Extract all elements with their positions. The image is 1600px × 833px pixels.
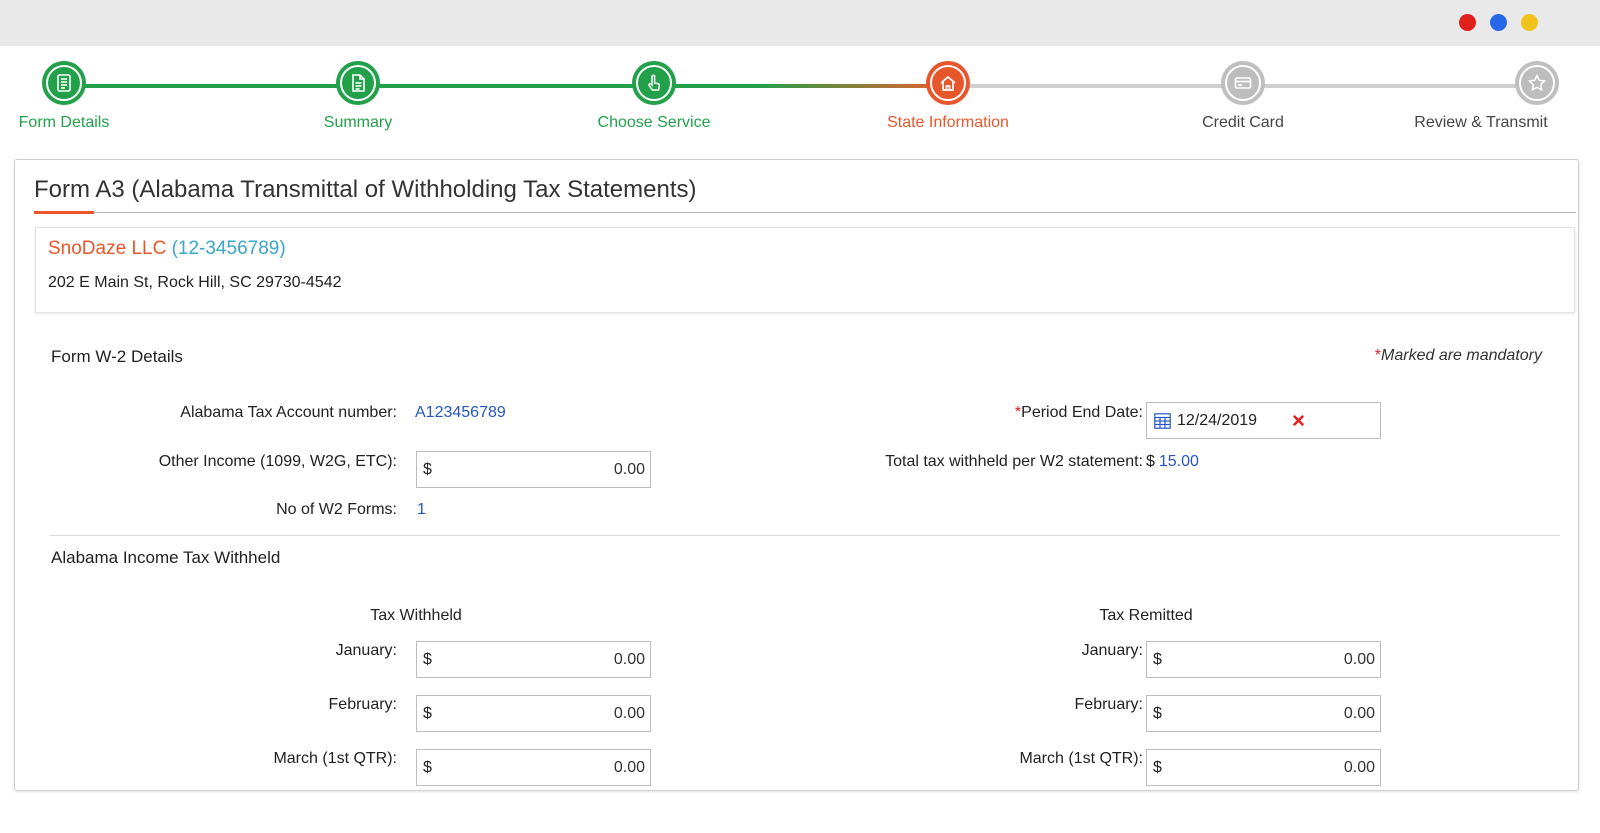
company-info-box: SnoDaze LLC (12-3456789) 202 E Main St, … [35,227,1575,313]
step-label: Choose Service [597,114,711,131]
tax-withheld-march-field[interactable]: $ [416,749,651,786]
tax-remitted-january-input[interactable] [1169,642,1375,677]
currency-symbol: $ [1153,651,1162,668]
section-title-income-tax: Alabama Income Tax Withheld [51,548,281,567]
month-label-march: March (1st QTR): [1019,750,1143,767]
document-icon [57,74,71,92]
tax-withheld-february-input[interactable] [439,696,645,731]
column-header-tax-withheld: Tax Withheld [370,607,462,624]
column-header-tax-remitted: Tax Remitted [1099,607,1193,624]
tax-remitted-february-input[interactable] [1169,696,1375,731]
total-tax-amount: 15.00 [1158,453,1199,470]
period-end-label-text: Period End Date: [1021,404,1143,421]
clear-date-button[interactable] [1288,410,1308,430]
title-divider [34,212,1576,213]
tax-withheld-january-input[interactable] [439,642,645,677]
section-divider [50,535,1560,536]
star-icon [1527,73,1547,92]
tax-remitted-february-field[interactable]: $ [1146,695,1381,732]
page-title: Form A3 (Alabama Transmittal of Withhold… [34,176,697,203]
other-income-label: Other Income (1099, W2G, ETC): [158,453,397,470]
progress-stepper: Form Details Summary Choose Service Stat… [0,46,1600,156]
tax-remitted-january-field[interactable]: $ [1146,641,1381,678]
account-number-label: Alabama Tax Account number: [180,404,397,421]
tax-withheld-march-input[interactable] [439,750,645,785]
currency-symbol: $ [423,705,432,722]
file-list-icon [352,74,365,92]
account-number-value: A123456789 [415,404,506,421]
close-icon [1292,414,1304,426]
form-card: Form A3 (Alabama Transmittal of Withhold… [14,159,1579,791]
window-maximize-button[interactable] [1521,14,1538,31]
period-end-date-input[interactable] [1177,403,1287,438]
currency-symbol: $ [1153,705,1162,722]
tax-remitted-march-field[interactable]: $ [1146,749,1381,786]
window-close-button[interactable] [1459,14,1476,31]
company-ein: (12-3456789) [171,238,286,259]
step-label: Form Details [18,114,110,131]
currency-symbol: $ [1146,453,1155,470]
other-income-input[interactable] [439,452,645,487]
tax-remitted-march-input[interactable] [1169,750,1375,785]
home-icon [940,75,956,91]
w2-count-value: 1 [417,501,426,518]
month-label-february: February: [328,696,397,713]
currency-symbol: $ [1153,759,1162,776]
month-label-february: February: [1074,696,1143,713]
title-accent-bar [34,211,94,214]
company-name: SnoDaze LLC [48,238,167,259]
period-end-date-field[interactable] [1146,402,1381,439]
currency-symbol: $ [423,651,432,668]
tax-withheld-february-field[interactable]: $ [416,695,651,732]
period-end-label: *Period End Date: [1015,404,1143,422]
window-title-bar [0,0,1600,46]
step-label: State Information [887,114,1009,131]
mandatory-note: *Marked are mandatory [1375,347,1542,365]
step-label: Credit Card [1202,114,1284,131]
step-label: Review & Transmit [1414,114,1548,131]
month-label-march: March (1st QTR): [273,750,397,767]
month-label-january: January: [335,642,397,659]
tax-withheld-january-field[interactable]: $ [416,641,651,678]
company-address: 202 E Main St, Rock Hill, SC 29730-4542 [48,274,342,291]
month-label-january: January: [1081,642,1143,659]
currency-symbol: $ [423,759,432,776]
total-tax-label: Total tax withheld per W2 statement: [885,453,1143,470]
currency-symbol: $ [423,461,432,478]
total-tax-value: $15.00 [1146,453,1199,471]
section-title-w2-details: Form W-2 Details [51,347,183,366]
other-income-field[interactable]: $ [416,451,651,488]
stepper-track-transition [654,84,948,88]
window-minimize-button[interactable] [1490,14,1507,31]
step-label: Summary [323,114,393,131]
calendar-icon[interactable] [1154,413,1171,429]
hand-pointer-icon [648,74,661,91]
w2-count-label: No of W2 Forms: [276,501,397,518]
credit-card-icon [1234,77,1252,89]
mandatory-note-text: Marked are mandatory [1381,347,1542,364]
